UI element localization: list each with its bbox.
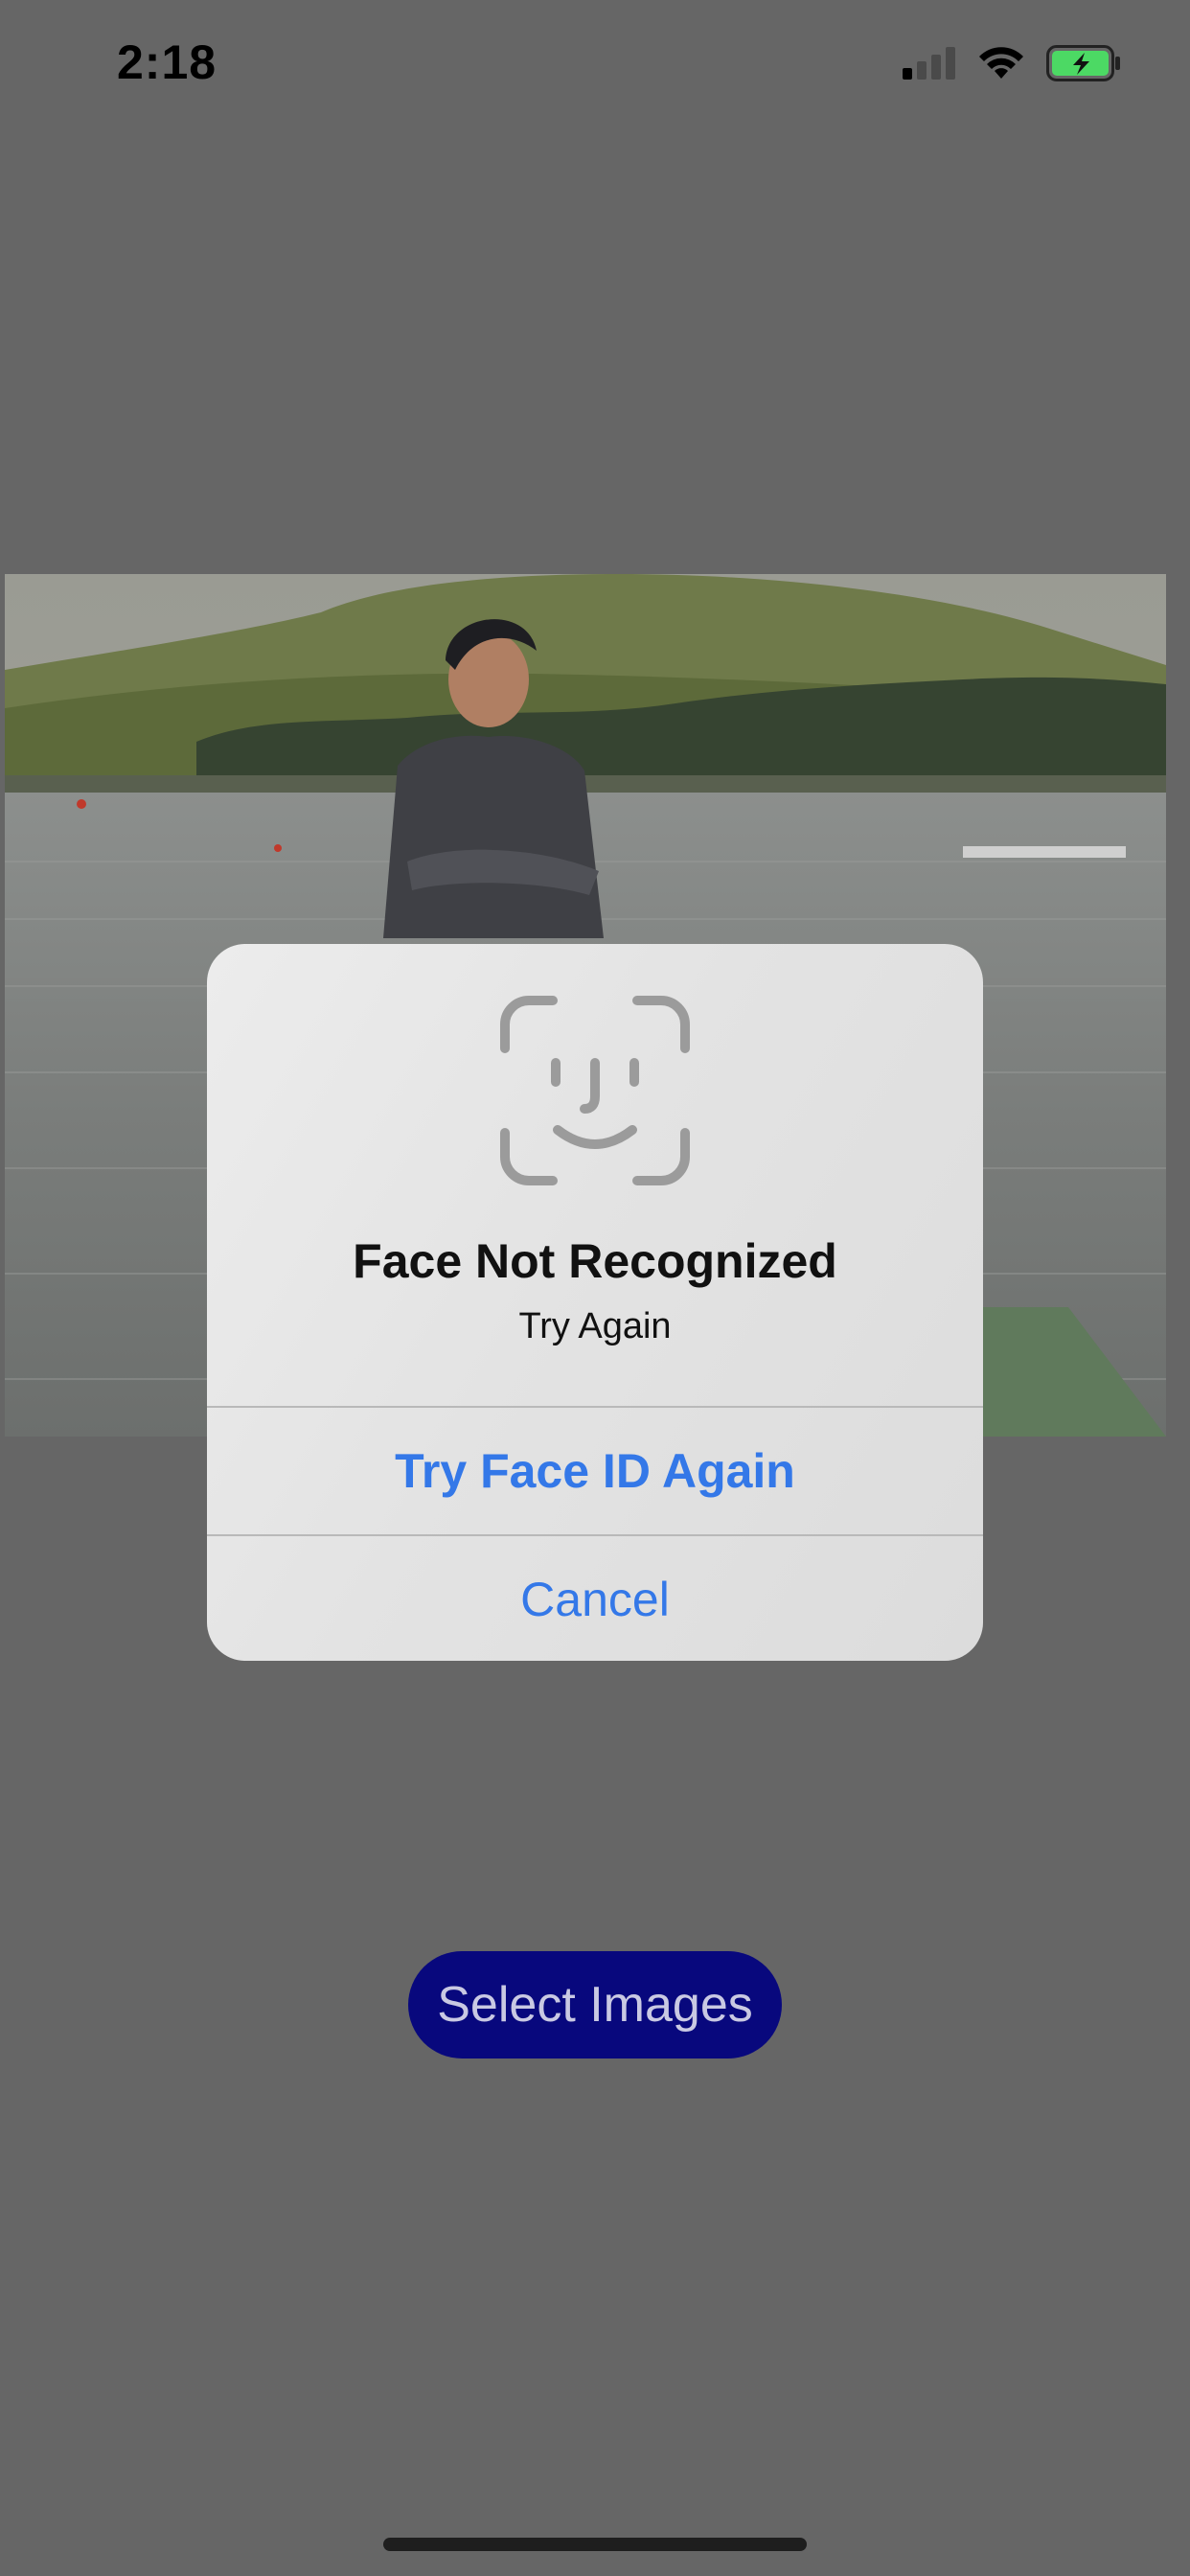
cancel-button[interactable]: Cancel	[207, 1536, 983, 1661]
face-id-alert: Face Not Recognized Try Again Try Face I…	[207, 944, 983, 1661]
status-time: 2:18	[117, 35, 217, 89]
home-indicator[interactable]	[383, 2538, 807, 2551]
status-icons	[903, 42, 1123, 84]
screen: 2:18 Face Not Recognized Try Again Try F…	[0, 0, 1190, 2576]
face-id-icon	[500, 996, 690, 1185]
try-face-id-again-button[interactable]: Try Face ID Again	[207, 1408, 983, 1534]
cellular-signal-icon	[903, 47, 955, 80]
alert-title: Face Not Recognized	[353, 1234, 837, 1288]
battery-charging-icon	[1046, 45, 1120, 81]
select-images-button[interactable]: Select Images	[408, 1951, 782, 2058]
wifi-icon	[979, 47, 1023, 79]
alert-message: Try Again	[518, 1306, 672, 1346]
